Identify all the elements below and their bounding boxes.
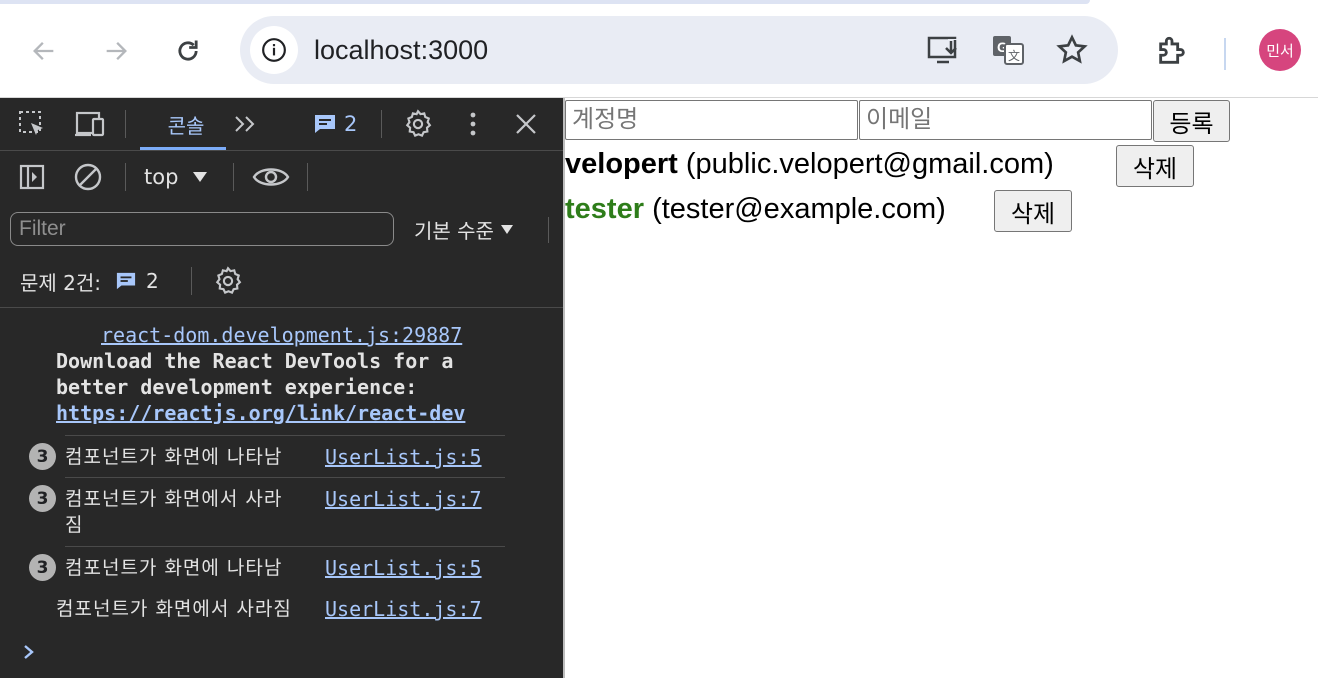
dropdown-arrow-icon	[193, 172, 208, 182]
issues-bar: 문제 2건: 2	[0, 255, 563, 308]
user-item: tester (tester@example.com)	[565, 189, 946, 229]
messages-badge[interactable]: 2	[313, 98, 357, 150]
browser-toolbar: localhost:3000 G文 민서	[0, 4, 1318, 98]
repeat-count-badge: 3	[29, 554, 56, 581]
log-levels-dropdown[interactable]: 기본 수준	[414, 203, 514, 255]
filter-bar: Filter 기본 수준	[0, 203, 563, 255]
separator	[191, 267, 192, 295]
devtools-panel: 콘솔 2 top Filter 기본 수준 문제 2건: 2 react-dom…	[0, 98, 563, 678]
translate-icon[interactable]: G文	[986, 16, 1030, 84]
issues-count: 2	[146, 269, 159, 293]
more-options-icon[interactable]	[458, 106, 488, 142]
toolbar-separator	[1224, 38, 1226, 70]
notice-source-link[interactable]: react-dom.development.js:29887	[101, 322, 462, 348]
messages-count: 2	[344, 112, 358, 136]
context-selector[interactable]: top	[144, 151, 208, 203]
context-label: top	[144, 165, 179, 189]
site-info-icon[interactable]	[250, 26, 298, 74]
message-source-link[interactable]: UserList.js:7	[325, 596, 482, 622]
tab-console[interactable]: 콘솔	[146, 98, 226, 150]
console-output: react-dom.development.js:29887 Download …	[0, 309, 563, 678]
notice-devtools-link[interactable]: https://reactjs.org/link/react-dev	[56, 401, 465, 425]
message-text: 컴포넌트가 화면에 나타남	[65, 446, 283, 468]
separator	[125, 110, 126, 138]
username-input[interactable]	[565, 100, 858, 140]
settings-gear-icon[interactable]	[399, 106, 437, 142]
separator	[307, 163, 308, 191]
back-arrow-icon[interactable]	[22, 4, 66, 97]
user-email: (tester@example.com)	[652, 193, 946, 225]
register-button[interactable]: 등록	[1153, 100, 1230, 142]
user-username[interactable]: tester	[565, 193, 644, 225]
separator	[125, 163, 126, 191]
delete-button[interactable]: 삭제	[994, 190, 1072, 232]
console-message: 3 컴포넌트가 화면에서 사라 짐 UserList.js:7	[0, 478, 563, 546]
repeat-count-badge: 3	[29, 485, 56, 512]
install-app-icon[interactable]	[922, 16, 966, 84]
console-message: 3 컴포넌트가 화면에 나타남 UserList.js:5	[0, 436, 563, 477]
message-icon	[315, 115, 335, 133]
forward-arrow-icon[interactable]	[94, 4, 138, 97]
log-levels-label: 기본 수준	[414, 218, 494, 243]
repeat-count-badge: 3	[29, 443, 56, 470]
notice-text-line1: Download the React DevTools for a	[56, 349, 454, 373]
message-icon	[116, 272, 136, 290]
address-bar[interactable]: localhost:3000 G文	[240, 16, 1118, 84]
url-text[interactable]: localhost:3000	[314, 16, 488, 84]
separator	[233, 163, 234, 191]
issues-summary[interactable]: 문제 2건: 2	[20, 255, 159, 307]
svg-text:文: 文	[1008, 48, 1020, 63]
console-toolbar: top	[0, 151, 563, 203]
live-expression-eye-icon[interactable]	[250, 159, 292, 195]
issues-label: 문제 2건:	[20, 270, 102, 295]
reload-icon[interactable]	[166, 4, 210, 97]
notice-text-line2: better development experience:	[56, 375, 418, 399]
user-email: (public.velopert@gmail.com)	[685, 148, 1054, 180]
message-text-line1: 컴포넌트가 화면에서 사라	[65, 488, 283, 510]
separator	[381, 110, 382, 138]
more-tabs-chevron-icon[interactable]	[228, 106, 264, 142]
console-message: 컴포넌트가 화면에서 사라짐 UserList.js:7	[0, 588, 563, 629]
user-username[interactable]: velopert	[565, 148, 678, 180]
console-message: 3 컴포넌트가 화면에 나타남 UserList.js:5	[0, 547, 563, 588]
user-item: velopert (public.velopert@gmail.com)	[565, 144, 1054, 184]
clear-console-icon[interactable]	[70, 159, 106, 195]
page-content: 등록 velopert (public.velopert@gmail.com) …	[565, 98, 1318, 678]
message-text: 컴포넌트가 화면에 나타남	[65, 557, 283, 579]
tab-console-indicator	[140, 147, 226, 150]
inspect-element-icon[interactable]	[14, 106, 50, 142]
filter-input[interactable]: Filter	[10, 212, 394, 246]
extensions-puzzle-icon[interactable]	[1150, 4, 1194, 97]
delete-button[interactable]: 삭제	[1116, 145, 1194, 187]
message-source-link[interactable]: UserList.js:5	[325, 555, 482, 581]
close-icon[interactable]	[508, 106, 544, 142]
message-text-line2: 짐	[65, 514, 84, 536]
device-toolbar-icon[interactable]	[70, 106, 110, 142]
bookmark-star-icon[interactable]	[1050, 16, 1094, 84]
message-text: 컴포넌트가 화면에서 사라짐	[56, 598, 292, 620]
separator	[548, 217, 549, 243]
profile-avatar[interactable]: 민서	[1259, 29, 1301, 71]
issues-settings-gear-icon[interactable]	[209, 263, 247, 299]
email-input[interactable]	[859, 100, 1152, 140]
devtools-tabbar: 콘솔 2	[0, 98, 563, 151]
dropdown-arrow-icon	[500, 224, 513, 234]
message-source-link[interactable]: UserList.js:5	[325, 444, 482, 470]
console-prompt-chevron-icon[interactable]	[22, 642, 36, 667]
message-source-link[interactable]: UserList.js:7	[325, 486, 482, 512]
sidebar-toggle-icon[interactable]	[14, 159, 50, 195]
